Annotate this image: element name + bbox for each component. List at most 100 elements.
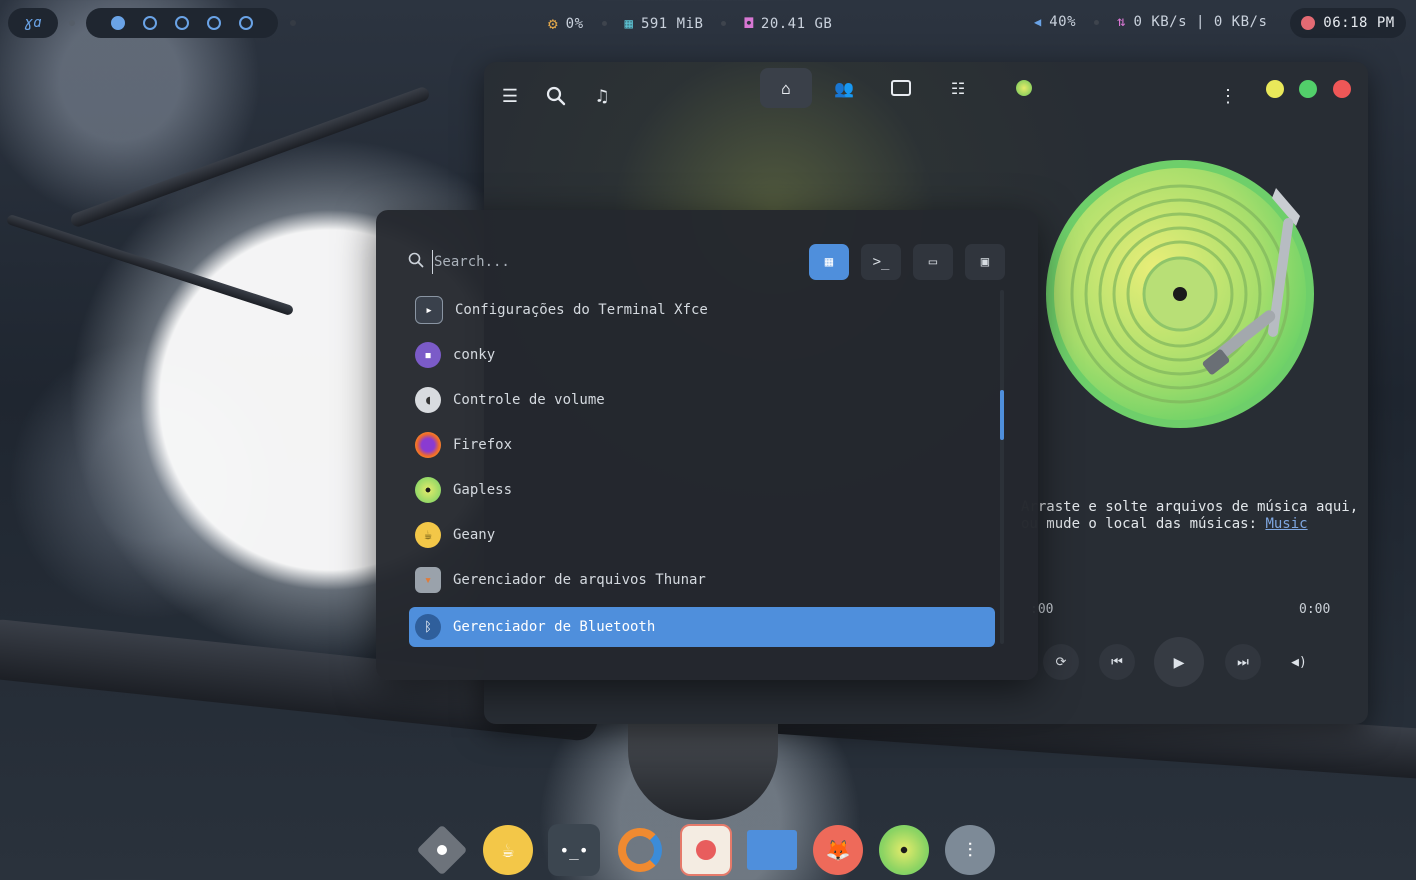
previous-icon: ⏮	[1111, 654, 1123, 670]
search-icon	[408, 252, 424, 272]
search-input[interactable]	[432, 250, 796, 274]
volume-level[interactable]: 40%	[1049, 14, 1076, 30]
mode-terminal-button[interactable]: >_	[861, 244, 901, 280]
music-note-icon[interactable]: ♫	[584, 78, 620, 114]
scrollbar-thumb[interactable]	[1000, 390, 1004, 440]
mode-files-button[interactable]: ▭	[913, 244, 953, 280]
settings-icon	[416, 824, 468, 876]
minimize-button[interactable]	[1266, 80, 1284, 98]
thunar-icon: ▾	[415, 567, 441, 593]
music-folder-link[interactable]: Music	[1265, 516, 1307, 532]
wallpaper-branch	[5, 213, 295, 317]
app-item-bluetooth[interactable]: ᛒ Gerenciador de Bluetooth	[409, 607, 995, 647]
app-item-geany[interactable]: ☕ Geany	[409, 515, 995, 555]
artists-icon: 👥	[834, 78, 854, 98]
apps-grid-icon: ▦	[824, 254, 834, 270]
app-label: conky	[453, 347, 496, 363]
ram-usage: 591 MiB	[640, 15, 704, 32]
ram-icon: ▦	[624, 15, 633, 32]
disk-usage: 20.41 GB	[760, 15, 833, 32]
separator	[290, 20, 296, 26]
app-label: Configurações do Terminal Xfce	[455, 302, 708, 318]
firefox-fox-icon: 🦊	[813, 825, 863, 875]
separator	[721, 21, 727, 26]
volume-icon[interactable]: ◀	[1034, 15, 1041, 29]
clock-icon	[1301, 16, 1316, 30]
network-speed: 0 KB/s | 0 KB/s	[1133, 14, 1268, 30]
app-label: Gapless	[453, 482, 513, 498]
app-label: Controle de volume	[453, 392, 605, 408]
app-item-terminal-settings[interactable]: ▸ Configurações do Terminal Xfce	[409, 290, 995, 330]
app-item-gapless[interactable]: Gapless	[409, 470, 995, 510]
gapless-icon	[879, 825, 929, 875]
gapless-icon	[415, 477, 441, 503]
repeat-icon: ⟳	[1055, 654, 1067, 670]
kebab-menu-icon[interactable]: ⋮	[1210, 78, 1246, 114]
cpu-usage: 0%	[565, 15, 584, 32]
dock-terminal[interactable]: •_•	[548, 824, 600, 876]
repeat-button[interactable]: ⟳	[1043, 644, 1079, 680]
workspace-3-button[interactable]	[175, 16, 189, 30]
dock-firefox[interactable]: 🦊	[812, 824, 864, 876]
play-icon: ▶	[1173, 651, 1185, 673]
bluetooth-icon: ᛒ	[415, 614, 441, 640]
tab-now-playing[interactable]	[998, 68, 1050, 108]
firefox-icon	[415, 432, 441, 458]
mixer-icon: ⫶	[945, 825, 995, 875]
drop-hint: Arraste e solte arquivos de música aqui,…	[1021, 499, 1361, 533]
status-area: ◀ 40% ⇅ 0 KB/s | 0 KB/s	[1034, 14, 1267, 30]
top-panel: ɣɑ ⚙ 0% ▦ 591 MiB ◘ 20.41 GB ◀ 40% ⇅ 0 K…	[0, 0, 1416, 46]
mode-windows-button[interactable]: ▣	[965, 244, 1005, 280]
playlists-icon: ☷	[950, 78, 966, 98]
dock-settings[interactable]	[416, 824, 468, 876]
tab-playlists[interactable]: ☷	[932, 68, 984, 108]
tab-home[interactable]: ⌂	[760, 68, 812, 108]
close-button[interactable]	[1333, 80, 1351, 98]
tab-albums[interactable]	[875, 68, 927, 108]
mode-apps-button[interactable]: ▦	[809, 244, 849, 280]
gapless-logo-icon	[1016, 80, 1032, 96]
geany-icon: ☕	[483, 825, 533, 875]
wallpaper-branch	[69, 85, 431, 229]
search-icon[interactable]	[538, 78, 574, 114]
folder-icon: ▭	[928, 254, 938, 270]
maximize-button[interactable]	[1299, 80, 1317, 98]
dock-gapless[interactable]	[878, 824, 930, 876]
dock-image-viewer[interactable]	[680, 824, 732, 876]
terminal-cat-icon: •_•	[559, 840, 589, 860]
workspace-5-button[interactable]	[239, 16, 253, 30]
drop-hint-line1: raste e solte arquivos de música aqui,	[1037, 499, 1359, 515]
app-item-conky[interactable]: ▪ conky	[409, 335, 995, 375]
app-item-thunar[interactable]: ▾ Gerenciador de arquivos Thunar	[409, 560, 995, 600]
next-button[interactable]: ⏭	[1225, 644, 1261, 680]
launcher-logo-button[interactable]: ɣɑ	[8, 8, 58, 38]
system-stats: ⚙ 0% ▦ 591 MiB ◘ 20.41 GB	[548, 14, 832, 33]
next-icon: ⏭	[1237, 654, 1249, 670]
clock-widget[interactable]: 06:18 PM	[1290, 8, 1406, 38]
dock-geany[interactable]: ☕	[482, 824, 534, 876]
logo-text: ɣɑ	[24, 15, 42, 31]
tab-artists[interactable]: 👥	[818, 68, 870, 108]
workspace-4-button[interactable]	[207, 16, 221, 30]
total-time: 0:00	[1299, 602, 1331, 617]
volume-button[interactable]: ◀)	[1281, 644, 1317, 680]
workspace-2-button[interactable]	[143, 16, 157, 30]
separator	[1094, 19, 1100, 25]
app-label: Gerenciador de Bluetooth	[453, 619, 656, 635]
dock-mixer[interactable]: ⫶	[944, 824, 996, 876]
dock-browser[interactable]	[614, 824, 666, 876]
image-viewer-icon	[696, 840, 716, 860]
play-button[interactable]: ▶	[1154, 637, 1204, 687]
search-row: ▦ >_ ▭ ▣	[408, 244, 1008, 280]
dock-files[interactable]	[746, 824, 798, 876]
menu-icon[interactable]: ☰	[492, 78, 528, 114]
app-item-firefox[interactable]: Firefox	[409, 425, 995, 465]
scrollbar-track[interactable]	[1000, 290, 1004, 644]
cpu-icon: ⚙	[548, 14, 558, 33]
previous-button[interactable]: ⏮	[1099, 644, 1135, 680]
app-item-volume-control[interactable]: ◖ Controle de volume	[409, 380, 995, 420]
window-icon: ▣	[980, 254, 990, 270]
clock-time: 06:18 PM	[1323, 15, 1395, 31]
drop-hint-line2: mude o local das músicas:	[1037, 516, 1266, 532]
workspace-1-button[interactable]	[111, 16, 125, 30]
